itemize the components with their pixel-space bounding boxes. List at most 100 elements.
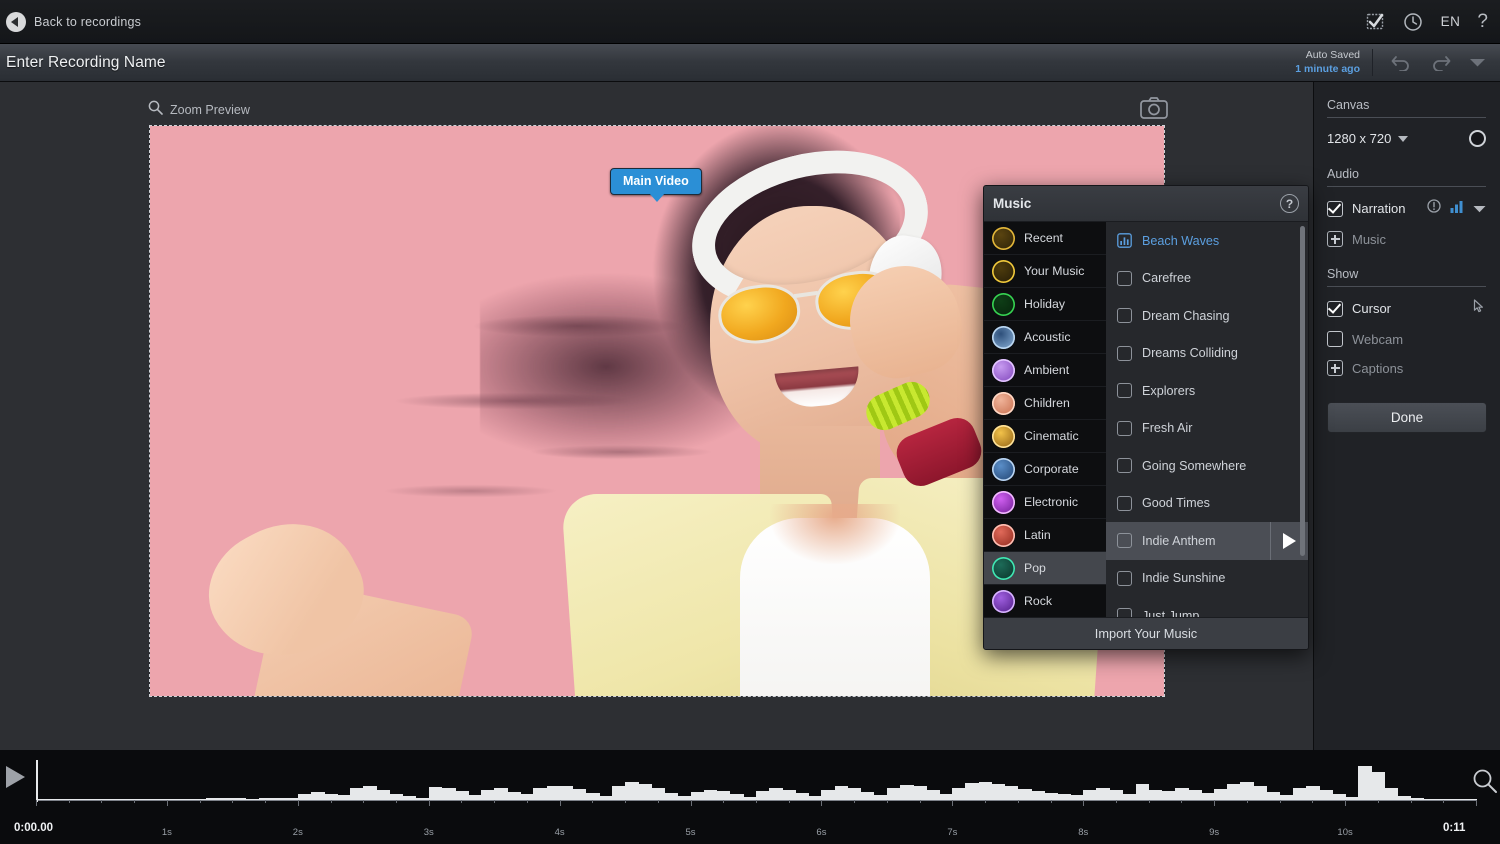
- back-to-recordings-button[interactable]: Back to recordings: [0, 12, 141, 32]
- music-track-explorers[interactable]: Explorers: [1106, 372, 1308, 410]
- music-category-recent[interactable]: Recent: [984, 222, 1106, 255]
- music-help-icon[interactable]: ?: [1280, 194, 1299, 213]
- waveform-bar: [101, 799, 115, 800]
- timeline-zoom-icon[interactable]: [1472, 768, 1498, 799]
- undo-icon[interactable]: [1391, 54, 1412, 71]
- import-your-music-button[interactable]: Import Your Music: [984, 617, 1308, 649]
- autosave-status: Auto Saved 1 minute ago: [1283, 49, 1373, 75]
- timeline-tick: [1345, 800, 1346, 806]
- music-track-just-jump[interactable]: Just Jump: [1106, 597, 1308, 617]
- waveform-bar: [1358, 766, 1372, 800]
- music-track-checkbox[interactable]: [1117, 571, 1132, 586]
- music-track-scrollbar[interactable]: [1300, 226, 1305, 556]
- music-track-good-times[interactable]: Good Times: [1106, 485, 1308, 523]
- music-dialog: Music ? RecentYour MusicHolidayAcousticA…: [983, 185, 1309, 650]
- music-track-checkbox[interactable]: [1117, 383, 1132, 398]
- webcam-row[interactable]: Webcam: [1327, 331, 1486, 347]
- help-icon[interactable]: ?: [1477, 12, 1488, 31]
- waveform-bar: [1096, 788, 1110, 800]
- music-track-fresh-air[interactable]: Fresh Air: [1106, 410, 1308, 448]
- webcam-checkbox[interactable]: [1327, 331, 1343, 347]
- waveform-bar: [874, 795, 888, 800]
- waveform-bar: [259, 798, 273, 800]
- narration-dropdown-icon[interactable]: [1473, 200, 1486, 218]
- waveform-bar: [730, 794, 744, 800]
- add-captions-icon[interactable]: [1327, 360, 1343, 376]
- music-category-your-music[interactable]: Your Music: [984, 255, 1106, 288]
- category-thumbnail-icon: [992, 458, 1015, 481]
- music-track-dream-chasing[interactable]: Dream Chasing: [1106, 297, 1308, 335]
- music-track-carefree[interactable]: Carefree: [1106, 260, 1308, 298]
- waveform-bar: [1227, 784, 1241, 800]
- playhead[interactable]: [36, 760, 38, 802]
- zoom-preview-label: Zoom Preview: [170, 103, 250, 117]
- zoom-preview-button[interactable]: Zoom Preview: [148, 100, 250, 120]
- music-category-corporate[interactable]: Corporate: [984, 453, 1106, 486]
- waveform-bar: [193, 799, 207, 800]
- music-track-dreams-colliding[interactable]: Dreams Colliding: [1106, 335, 1308, 373]
- captions-row[interactable]: Captions: [1327, 360, 1486, 376]
- waveform-bar: [219, 798, 233, 800]
- music-category-holiday[interactable]: Holiday: [984, 288, 1106, 321]
- music-category-electronic[interactable]: Electronic: [984, 486, 1106, 519]
- music-track-checkbox[interactable]: [1117, 458, 1132, 473]
- waveform-bar: [180, 799, 194, 800]
- audio-levels-icon[interactable]: [1450, 200, 1464, 218]
- music-track-going-somewhere[interactable]: Going Somewhere: [1106, 447, 1308, 485]
- chevron-down-icon[interactable]: [1398, 136, 1408, 142]
- redo-icon[interactable]: [1430, 54, 1451, 71]
- music-category-ambient[interactable]: Ambient: [984, 354, 1106, 387]
- canvas-size-value[interactable]: 1280 x 720: [1327, 131, 1391, 146]
- narration-row[interactable]: Narration: [1327, 199, 1486, 218]
- category-thumbnail-icon: [992, 425, 1015, 448]
- music-track-beach-waves[interactable]: Beach Waves: [1106, 222, 1308, 260]
- cursor-icons: [1473, 299, 1486, 318]
- language-selector[interactable]: EN: [1441, 14, 1461, 29]
- history-icon[interactable]: [1403, 11, 1424, 32]
- play-button[interactable]: [6, 766, 25, 788]
- music-track-checkbox[interactable]: [1117, 533, 1132, 548]
- music-track-indie-anthem[interactable]: Indie Anthem: [1106, 522, 1308, 560]
- approve-icon[interactable]: [1365, 11, 1386, 32]
- music-category-latin[interactable]: Latin: [984, 519, 1106, 552]
- waveform-bar: [1175, 788, 1189, 800]
- waveform-bar: [821, 790, 835, 800]
- cursor-pointer-icon[interactable]: [1473, 299, 1486, 318]
- music-category-children[interactable]: Children: [984, 387, 1106, 420]
- waveform-bar: [1057, 794, 1071, 800]
- music-track-list[interactable]: Beach WavesCarefreeDream ChasingDreams C…: [1106, 222, 1308, 617]
- music-track-checkbox[interactable]: [1117, 608, 1132, 617]
- waveform-bar: [547, 786, 561, 800]
- cursor-checkbox[interactable]: [1327, 301, 1343, 317]
- music-track-checkbox[interactable]: [1117, 271, 1132, 286]
- screenshot-camera-icon[interactable]: [1140, 97, 1168, 124]
- recording-name-input[interactable]: Enter Recording Name: [0, 54, 166, 72]
- add-music-icon[interactable]: [1327, 231, 1343, 247]
- music-track-checkbox[interactable]: [1117, 308, 1132, 323]
- waveform-bar: [1188, 790, 1202, 800]
- history-dropdown-icon[interactable]: [1469, 57, 1486, 68]
- canvas-shape-toggle[interactable]: [1469, 130, 1486, 147]
- main-video-badge[interactable]: Main Video: [610, 168, 702, 195]
- music-track-checkbox[interactable]: [1117, 496, 1132, 511]
- cursor-row[interactable]: Cursor: [1327, 299, 1486, 318]
- music-track-indie-sunshine[interactable]: Indie Sunshine: [1106, 560, 1308, 598]
- music-category-list[interactable]: RecentYour MusicHolidayAcousticAmbientCh…: [984, 222, 1106, 617]
- music-track-checkbox[interactable]: [1117, 421, 1132, 436]
- music-track-label: Fresh Air: [1142, 421, 1192, 435]
- waveform-bar: [664, 793, 678, 800]
- music-row[interactable]: Music: [1327, 231, 1486, 247]
- warning-icon[interactable]: [1427, 199, 1441, 218]
- narration-checkbox[interactable]: [1327, 201, 1343, 217]
- music-category-acoustic[interactable]: Acoustic: [984, 321, 1106, 354]
- timeline-track[interactable]: 1s2s3s4s5s6s7s8s9s10s: [36, 756, 1476, 818]
- music-category-rock[interactable]: Rock: [984, 585, 1106, 617]
- category-thumbnail-icon: [992, 590, 1015, 613]
- music-track-checkbox[interactable]: [1117, 346, 1132, 361]
- done-button[interactable]: Done: [1327, 402, 1487, 433]
- timeline-tick: [821, 800, 822, 806]
- music-category-pop[interactable]: Pop: [984, 552, 1106, 585]
- waveform-bar: [1397, 796, 1411, 800]
- music-category-cinematic[interactable]: Cinematic: [984, 420, 1106, 453]
- waveform-bar: [1319, 790, 1333, 800]
